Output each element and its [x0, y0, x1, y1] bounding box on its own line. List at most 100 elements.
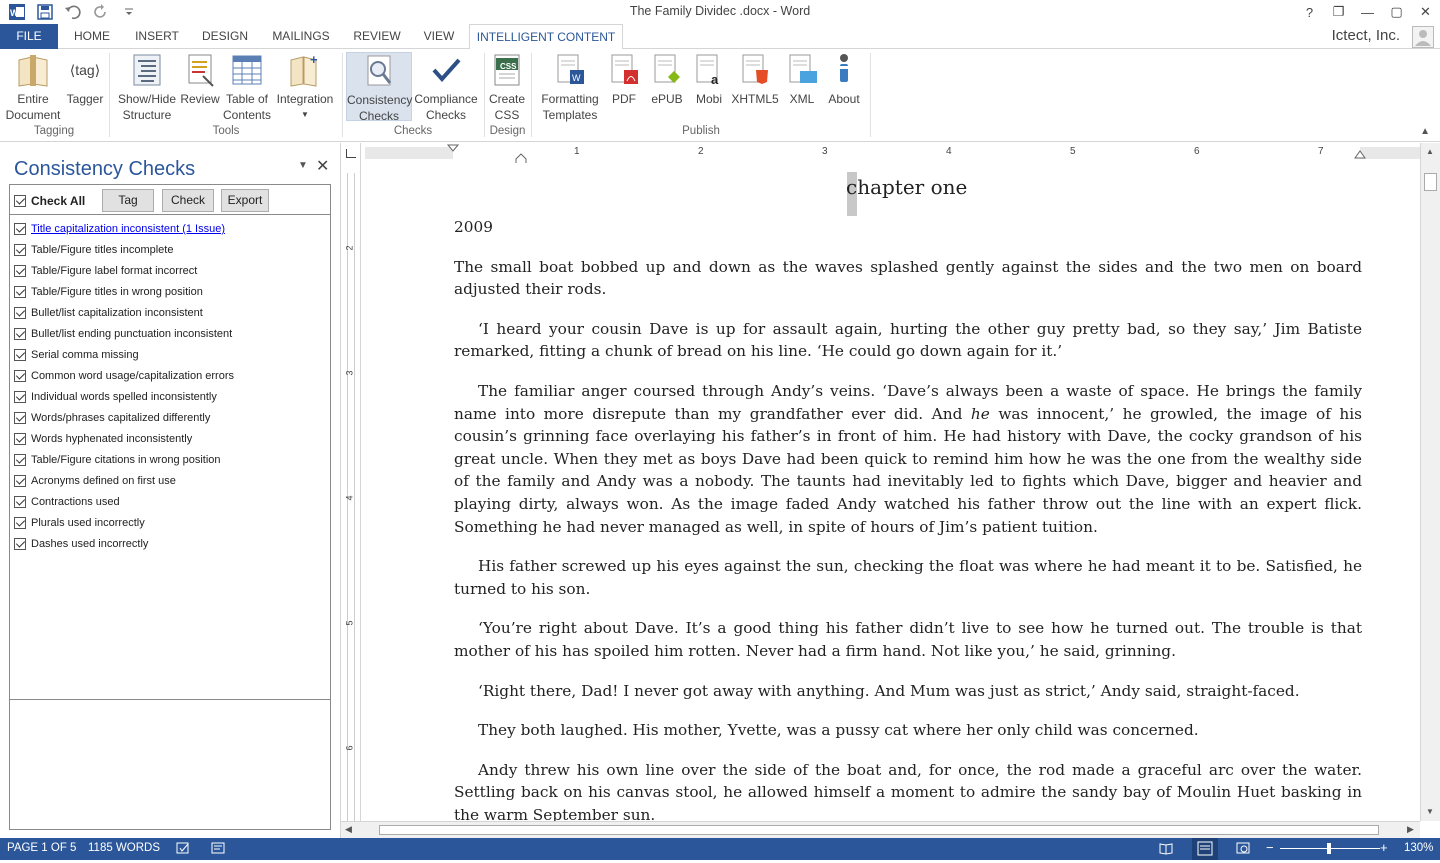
restore-icon[interactable]: ▢ [1382, 0, 1411, 24]
save-icon[interactable] [34, 2, 56, 22]
check-all-checkbox[interactable]: Check All [14, 194, 85, 208]
tagger-button[interactable]: ⟨tag⟩ Tagger [64, 52, 106, 107]
tab-selector-icon[interactable] [346, 149, 356, 158]
redo-icon[interactable] [90, 2, 112, 22]
checkbox[interactable] [14, 538, 26, 550]
list-item[interactable]: Table/Figure titles in wrong position [14, 286, 203, 298]
entire-document-button[interactable]: Entire Document [3, 52, 63, 123]
right-indent-icon[interactable] [1354, 149, 1366, 159]
zoom-out-icon[interactable]: − [1266, 840, 1274, 855]
checkbox[interactable] [14, 433, 26, 445]
table-of-contents-button[interactable]: Table of Contents [222, 52, 272, 123]
list-item[interactable]: Acronyms defined on first use [14, 475, 176, 487]
document-page[interactable]: chapter one 2009 The small boat bobbed u… [366, 163, 1419, 821]
checkbox[interactable] [14, 370, 26, 382]
integration-button[interactable]: + Integration ▼ [274, 52, 336, 123]
compliance-checks-button[interactable]: Compliance Checks [413, 52, 479, 123]
list-item[interactable]: Table/Figure titles incomplete [14, 244, 173, 256]
close-icon[interactable]: ✕ [1411, 0, 1440, 24]
vertical-scrollbar[interactable]: ▲ ▼ [1420, 143, 1440, 821]
help-icon[interactable]: ? [1295, 0, 1324, 24]
list-item[interactable]: Plurals used incorrectly [14, 517, 145, 529]
zoom-in-icon[interactable]: + [1380, 840, 1388, 855]
checkbox[interactable] [14, 244, 26, 256]
show-hide-structure-button[interactable]: Show/Hide Structure [114, 52, 180, 123]
checkbox[interactable] [14, 195, 26, 207]
list-item[interactable]: Bullet/list capitalization inconsistent [14, 307, 203, 319]
checkbox[interactable] [14, 391, 26, 403]
checkbox[interactable] [14, 307, 26, 319]
print-layout-icon[interactable] [1192, 838, 1218, 860]
tab-mailings[interactable]: MAILINGS [266, 24, 336, 49]
tab-view[interactable]: VIEW [418, 24, 460, 49]
check-button[interactable]: Check [162, 189, 214, 212]
word-logo-icon[interactable]: W [6, 2, 28, 22]
scroll-up-icon[interactable]: ▲ [1426, 147, 1434, 156]
zoom-level[interactable]: 130% [1404, 842, 1433, 854]
list-item[interactable]: Contractions used [14, 496, 120, 508]
checkbox[interactable] [14, 349, 26, 361]
zoom-slider-thumb[interactable] [1327, 843, 1331, 854]
tab-intelligent-content[interactable]: INTELLIGENT CONTENT [469, 24, 623, 50]
account-name[interactable]: Ictect, Inc. [1332, 27, 1400, 44]
web-layout-icon[interactable] [1236, 841, 1250, 858]
avatar[interactable] [1412, 26, 1434, 48]
pdf-button[interactable]: PDF [606, 52, 642, 107]
tab-insert[interactable]: INSERT [131, 24, 183, 49]
xhtml5-button[interactable]: XHTML5 [730, 52, 780, 107]
list-item[interactable]: Words hyphenated inconsistently [14, 433, 192, 445]
customize-qat-icon[interactable] [118, 2, 140, 22]
checkbox[interactable] [14, 328, 26, 340]
scroll-thumb[interactable] [1424, 173, 1437, 191]
export-button[interactable]: Export [221, 189, 269, 212]
list-item[interactable]: Words/phrases capitalized differently [14, 412, 210, 424]
checkbox[interactable] [14, 223, 26, 235]
list-item[interactable]: Table/Figure citations in wrong position [14, 454, 221, 466]
proofing-icon[interactable] [176, 841, 190, 858]
tag-button[interactable]: Tag [102, 189, 154, 212]
create-css-button[interactable]: CSS Create CSS [486, 52, 528, 123]
page-count[interactable]: PAGE 1 OF 5 [7, 842, 76, 854]
read-mode-icon[interactable] [1159, 841, 1173, 858]
tab-file[interactable]: FILE [0, 24, 58, 49]
word-count[interactable]: 1185 WORDS [88, 842, 160, 854]
scroll-down-icon[interactable]: ▼ [1426, 807, 1434, 816]
list-item[interactable]: Common word usage/capitalization errors [14, 370, 234, 382]
checkbox[interactable] [14, 496, 26, 508]
macro-icon[interactable] [211, 841, 225, 858]
list-item[interactable]: Bullet/list ending punctuation inconsist… [14, 328, 232, 340]
issue-link[interactable]: Title capitalization inconsistent (1 Iss… [31, 223, 225, 235]
list-item[interactable]: Individual words spelled inconsistently [14, 391, 217, 403]
tab-home[interactable]: HOME [66, 24, 118, 49]
chapter-heading[interactable]: chapter one [846, 175, 967, 199]
xml-button[interactable]: XML [784, 52, 820, 107]
pane-options-icon[interactable]: ▼ [298, 160, 308, 171]
document-body[interactable]: 2009 The small boat bobbed up and down a… [454, 216, 1362, 821]
formatting-templates-button[interactable]: W Formatting Templates [536, 52, 604, 123]
ribbon-display-icon[interactable]: ❐ [1324, 0, 1353, 24]
list-item[interactable]: Serial comma missing [14, 349, 139, 361]
about-button[interactable]: About [824, 52, 864, 107]
review-button[interactable]: Review [180, 52, 220, 107]
checkbox[interactable] [14, 412, 26, 424]
checkbox[interactable] [14, 265, 26, 277]
scroll-thumb[interactable] [379, 825, 1379, 835]
mobi-button[interactable]: a Mobi [690, 52, 728, 107]
checkbox[interactable] [14, 517, 26, 529]
list-item[interactable]: Table/Figure label format incorrect [14, 265, 197, 277]
undo-icon[interactable] [62, 2, 84, 22]
collapse-ribbon-icon[interactable]: ▲ [1420, 126, 1430, 137]
tab-review[interactable]: REVIEW [349, 24, 405, 49]
scroll-left-icon[interactable]: ◀ [345, 824, 352, 835]
scroll-right-icon[interactable]: ▶ [1407, 824, 1414, 835]
epub-button[interactable]: ePUB [646, 52, 688, 107]
consistency-checks-button[interactable]: Consistency Checks [346, 52, 412, 123]
tab-design[interactable]: DESIGN [196, 24, 254, 49]
horizontal-scrollbar[interactable]: ◀ ▶ [341, 821, 1420, 838]
checkbox[interactable] [14, 475, 26, 487]
list-item[interactable]: Title capitalization inconsistent (1 Iss… [14, 223, 225, 235]
list-item[interactable]: Dashes used incorrectly [14, 538, 148, 550]
checkbox[interactable] [14, 454, 26, 466]
minimize-icon[interactable]: — [1353, 0, 1382, 24]
checkbox[interactable] [14, 286, 26, 298]
